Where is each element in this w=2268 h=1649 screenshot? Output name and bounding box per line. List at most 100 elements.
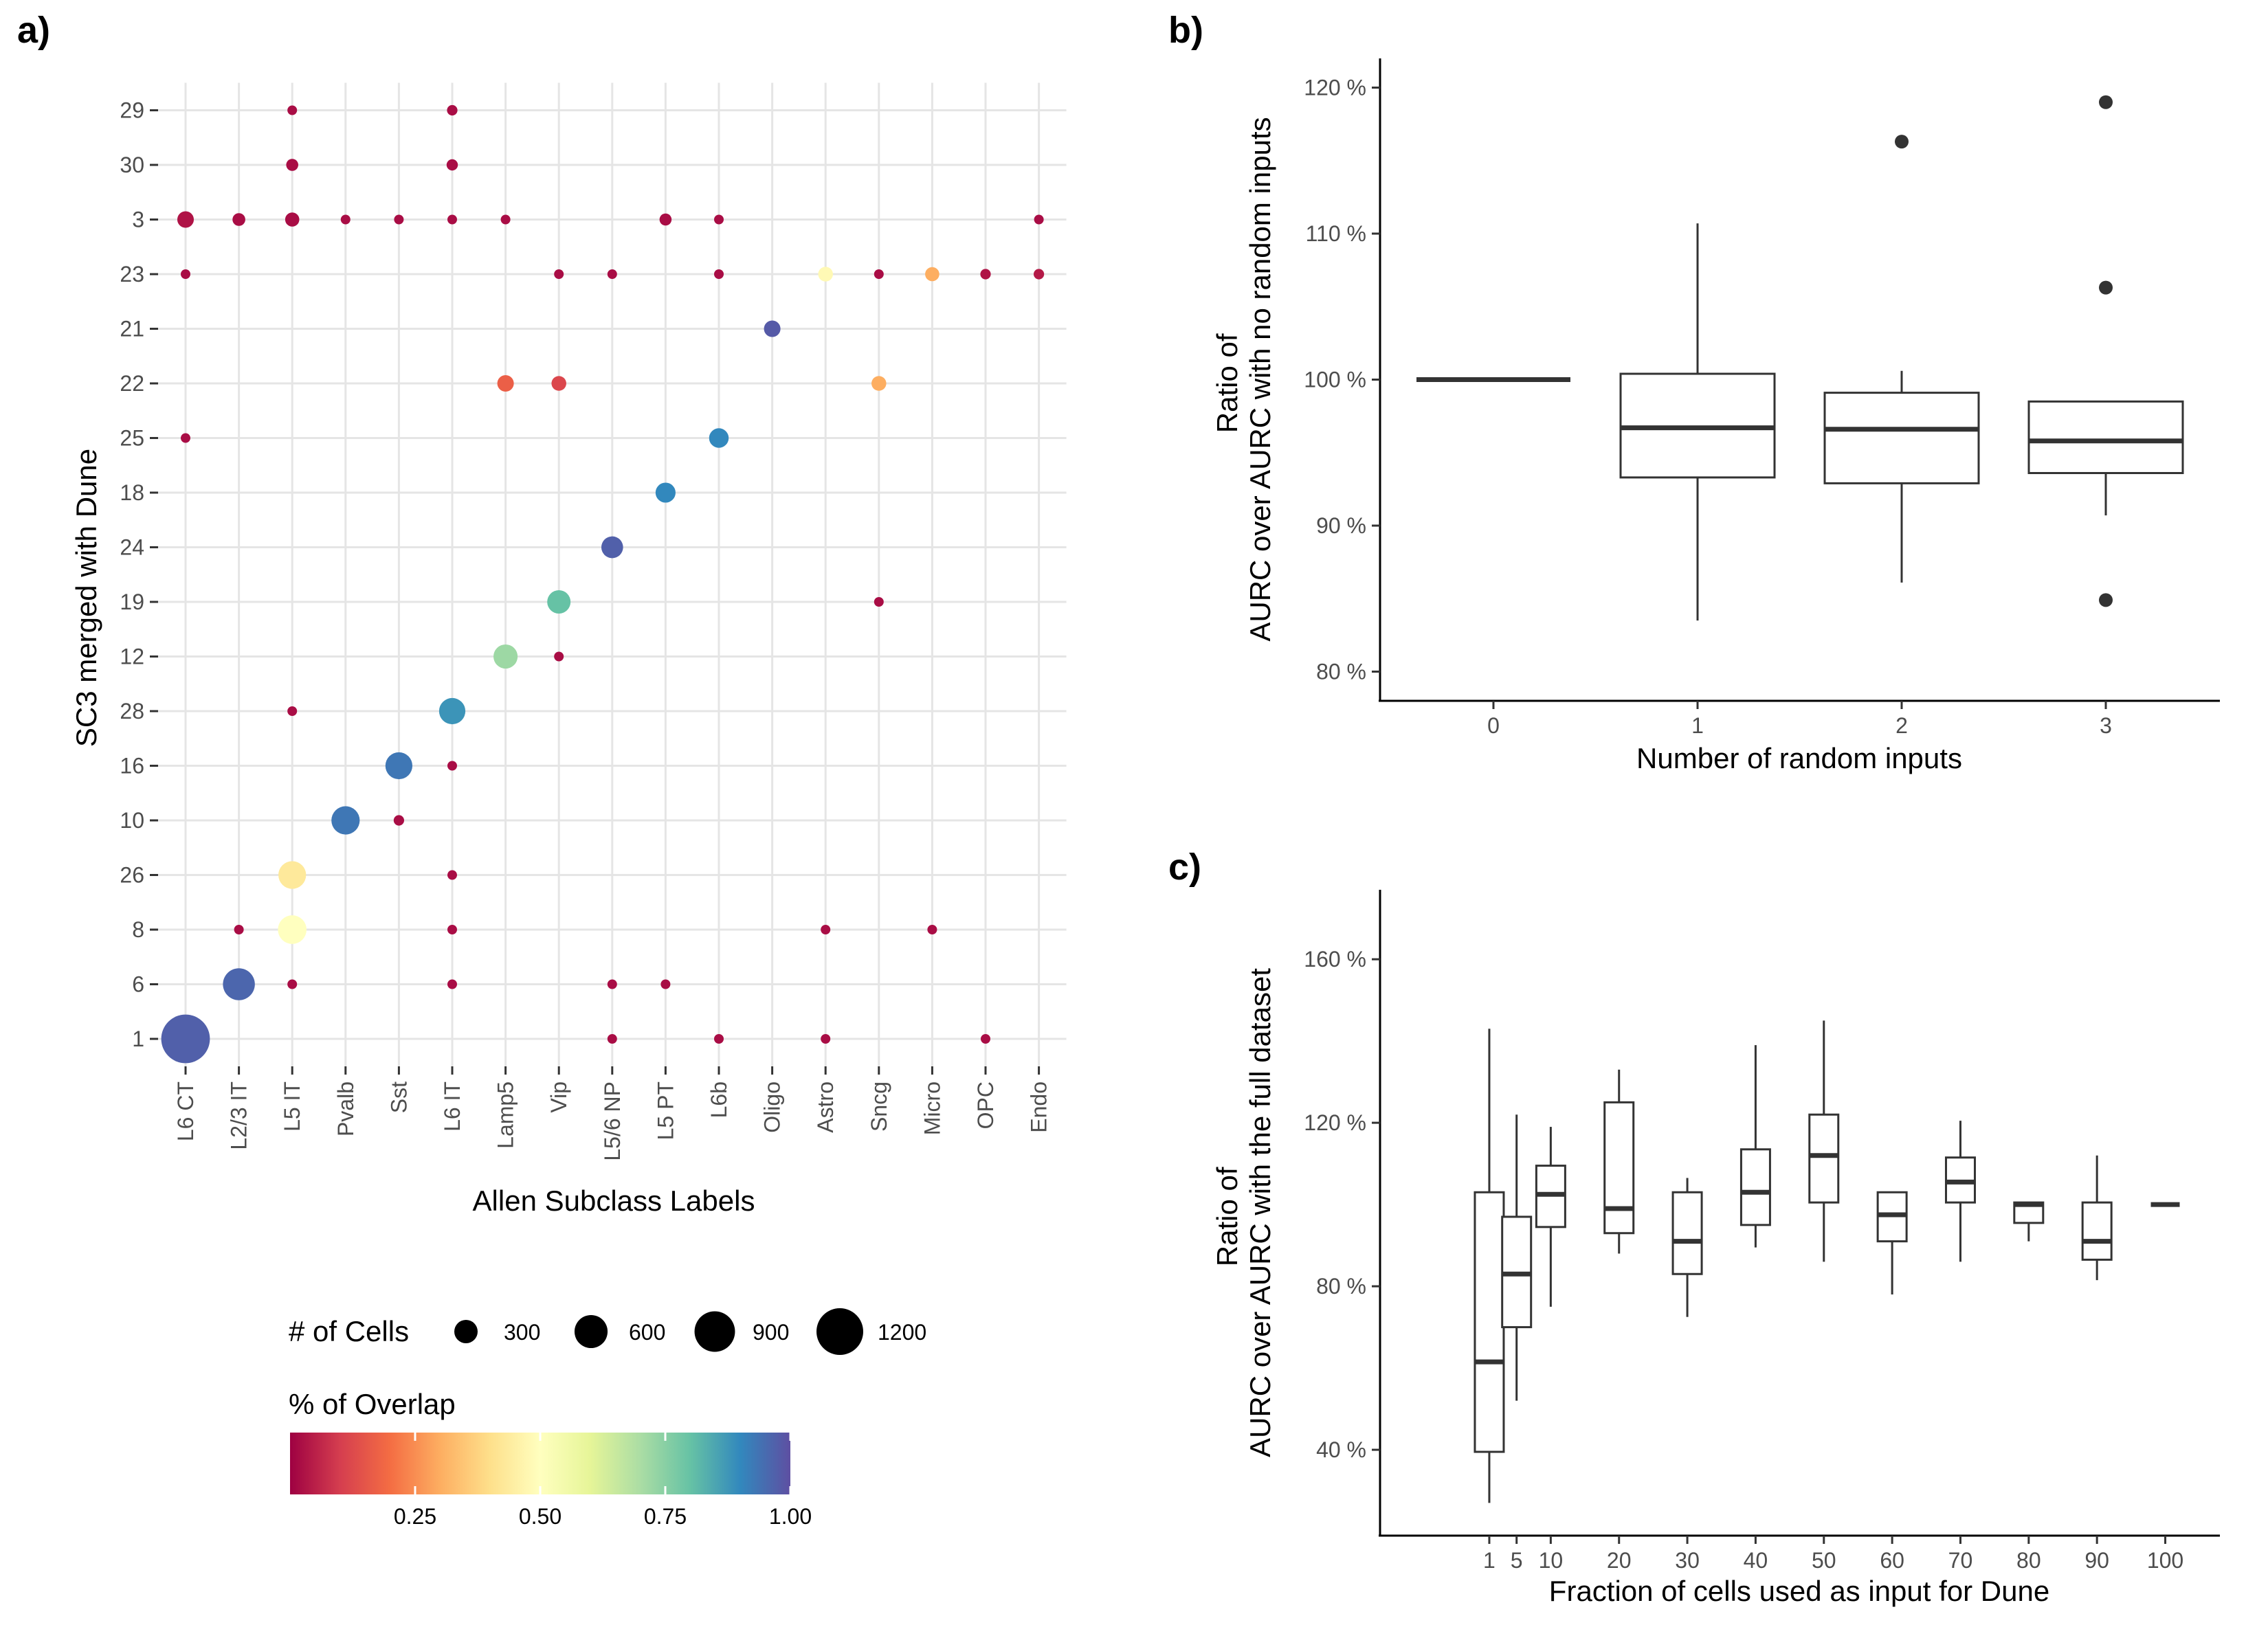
- color-legend-label-0-50: 0.50: [519, 1504, 562, 1529]
- boxplot-c-x-axis-title: Fraction of cells used as input for Dune: [1549, 1575, 2049, 1607]
- point-oligo-21: [764, 320, 781, 337]
- boxplot-b-box-3-outlier-1: [2099, 280, 2113, 295]
- point-l6-it-26: [447, 870, 457, 880]
- x-tick-label-l6b: L6b: [707, 1081, 731, 1118]
- point-l6b-1: [714, 1034, 724, 1044]
- size-legend-label-900: 900: [753, 1320, 789, 1345]
- point-l6b-23: [714, 269, 724, 279]
- point-l5-6-np-23: [607, 269, 617, 279]
- point-l6-it-6: [447, 979, 457, 989]
- x-tick-label-l6-it: L6 IT: [440, 1081, 465, 1132]
- y-tick-label-30: 30: [120, 153, 144, 177]
- point-endo-3: [1034, 214, 1044, 225]
- point-l5-pt-18: [655, 482, 676, 503]
- point-lamp5-12: [493, 644, 518, 669]
- point-l2-3-it-3: [232, 213, 245, 226]
- x-tick-label-sncg: Sncg: [867, 1081, 891, 1132]
- boxplot-c-box-20-iqr: [1603, 1101, 1635, 1235]
- y-tick-label-28: 28: [120, 699, 144, 723]
- color-legend-title: % of Overlap: [289, 1388, 456, 1420]
- x-tick-label-vip: Vip: [546, 1081, 571, 1113]
- boxplot-c-x-tick-label-1: 1: [1483, 1548, 1496, 1573]
- point-l6b-3: [714, 214, 724, 225]
- boxplot-b-boxes: [1416, 95, 2184, 621]
- point-pvalb-10: [331, 806, 360, 835]
- x-tick-label-sst: Sst: [386, 1081, 411, 1113]
- size-legend-key-300: [454, 1320, 478, 1343]
- boxplot-c-x-tick-label-100: 100: [2147, 1548, 2183, 1573]
- c-ylabel-line-2: AURC over AURC with the full dataset: [1244, 968, 1276, 1457]
- size-legend-key-600: [574, 1314, 608, 1349]
- point-l2-3-it-6: [223, 968, 255, 1000]
- point-endo-23: [1033, 269, 1045, 280]
- point-l6-ct-1: [161, 1014, 210, 1064]
- boxplot-c-x-tick-label-10: 10: [1539, 1548, 1564, 1573]
- point-sst-10: [393, 815, 405, 826]
- boxplot-c-y-tick-label-120: 120 %: [1304, 1110, 1366, 1135]
- dot-plot-y-ticks: 16826101628121924182522212333029: [120, 98, 158, 1051]
- size-legend-key-900: [694, 1311, 735, 1352]
- boxplot-b-box-2-outlier-0: [1895, 135, 1909, 149]
- y-tick-label-10: 10: [120, 808, 144, 833]
- boxplot-c-x-tick-label-50: 50: [1812, 1548, 1836, 1573]
- overlap-color-legend: % of Overlap 0.25 0.50 0.75 1.00: [289, 1388, 812, 1529]
- boxplot-b-x-tick-label-1: 1: [1691, 713, 1704, 738]
- y-tick-label-29: 29: [120, 98, 144, 123]
- boxplot-c-box-40-iqr: [1739, 1148, 1771, 1226]
- point-l5-6-np-1: [607, 1034, 617, 1044]
- boxplot-c-y-axis-title: Ratio of AURC over AURC with the full da…: [1211, 968, 1276, 1457]
- color-legend-label-0-75: 0.75: [644, 1504, 687, 1529]
- y-tick-label-21: 21: [120, 317, 144, 341]
- boxplot-b-y-tick-label-90: 90 %: [1316, 513, 1366, 538]
- size-legend-key-1200: [816, 1308, 863, 1355]
- point-sst-3: [394, 214, 404, 225]
- point-opc-23: [980, 269, 991, 280]
- boxplot-c-boxes: [1474, 1020, 2180, 1503]
- boxplot-b-y-tick-label-110: 110 %: [1306, 221, 1366, 246]
- figure-canvas: a) b) c) 1682610162812192418252221233302…: [17, 10, 2220, 1607]
- point-sst-16: [385, 752, 413, 780]
- dot-plot-x-ticks: L6 CT L2/3 IT L5 IT Pvalb Sst L6 IT Lamp5 Vip L5…: [173, 1066, 1052, 1161]
- point-l6-ct-23: [181, 269, 190, 279]
- boxplot-c-y-tick-label-40: 40 %: [1316, 1437, 1366, 1462]
- color-legend-bar: [290, 1433, 790, 1494]
- boxplot-c-x-tick-label-20: 20: [1607, 1548, 1632, 1573]
- y-tick-label-24: 24: [120, 535, 144, 560]
- y-tick-label-1: 1: [132, 1027, 144, 1051]
- color-legend-label-1-00: 1.00: [769, 1504, 812, 1529]
- y-tick-label-25: 25: [120, 426, 144, 451]
- boxplot-b-box-2-iqr: [1823, 392, 1980, 484]
- boxplot-c-x-tick-label-80: 80: [2016, 1548, 2041, 1573]
- point-vip-23: [554, 269, 564, 279]
- panel-label-b: b): [1168, 10, 1203, 51]
- point-l6-ct-25: [181, 433, 190, 443]
- point-astro-8: [821, 925, 831, 934]
- point-l6-ct-3: [177, 211, 194, 228]
- x-tick-label-micro: Micro: [920, 1081, 944, 1135]
- point-lamp5-22: [497, 374, 514, 392]
- point-l6-it-28: [438, 697, 466, 725]
- point-pvalb-3: [340, 214, 351, 225]
- point-l6b-25: [709, 428, 729, 448]
- y-tick-label-8: 8: [132, 917, 144, 942]
- y-tick-label-22: 22: [120, 371, 144, 396]
- x-tick-label-oligo: Oligo: [760, 1081, 785, 1133]
- point-l6-it-29: [447, 104, 458, 116]
- point-astro-1: [821, 1034, 831, 1044]
- point-l5-6-np-6: [607, 979, 617, 989]
- boxplot-b-y-tick-label-80: 80 %: [1316, 660, 1366, 684]
- point-sncg-19: [874, 597, 884, 607]
- point-l5-it-30: [286, 159, 298, 171]
- y-tick-label-18: 18: [120, 480, 144, 505]
- boxplot-c-x-tick-label-60: 60: [1880, 1548, 1904, 1573]
- point-l5-it-29: [287, 105, 298, 115]
- boxplot-c-x-ticks: 1 5 10 20 30 40 50 60 70 80 90 100: [1483, 1536, 2183, 1573]
- point-sncg-23: [874, 269, 884, 279]
- panel-label-c: c): [1168, 846, 1201, 888]
- point-micro-23: [925, 267, 940, 282]
- point-l5-it-3: [285, 212, 300, 227]
- fraction-boxplot-panel: 40 %80 %120 %160 % 1 5 10 20 30 40 50 60 70 80 90 1…: [1211, 890, 2220, 1607]
- boxplot-b-y-ticks: 80 % 90 % 100 % 110 % 120 %: [1304, 76, 1380, 684]
- point-l5-it-26: [278, 861, 307, 889]
- x-tick-label-l5-it: L5 IT: [280, 1081, 304, 1132]
